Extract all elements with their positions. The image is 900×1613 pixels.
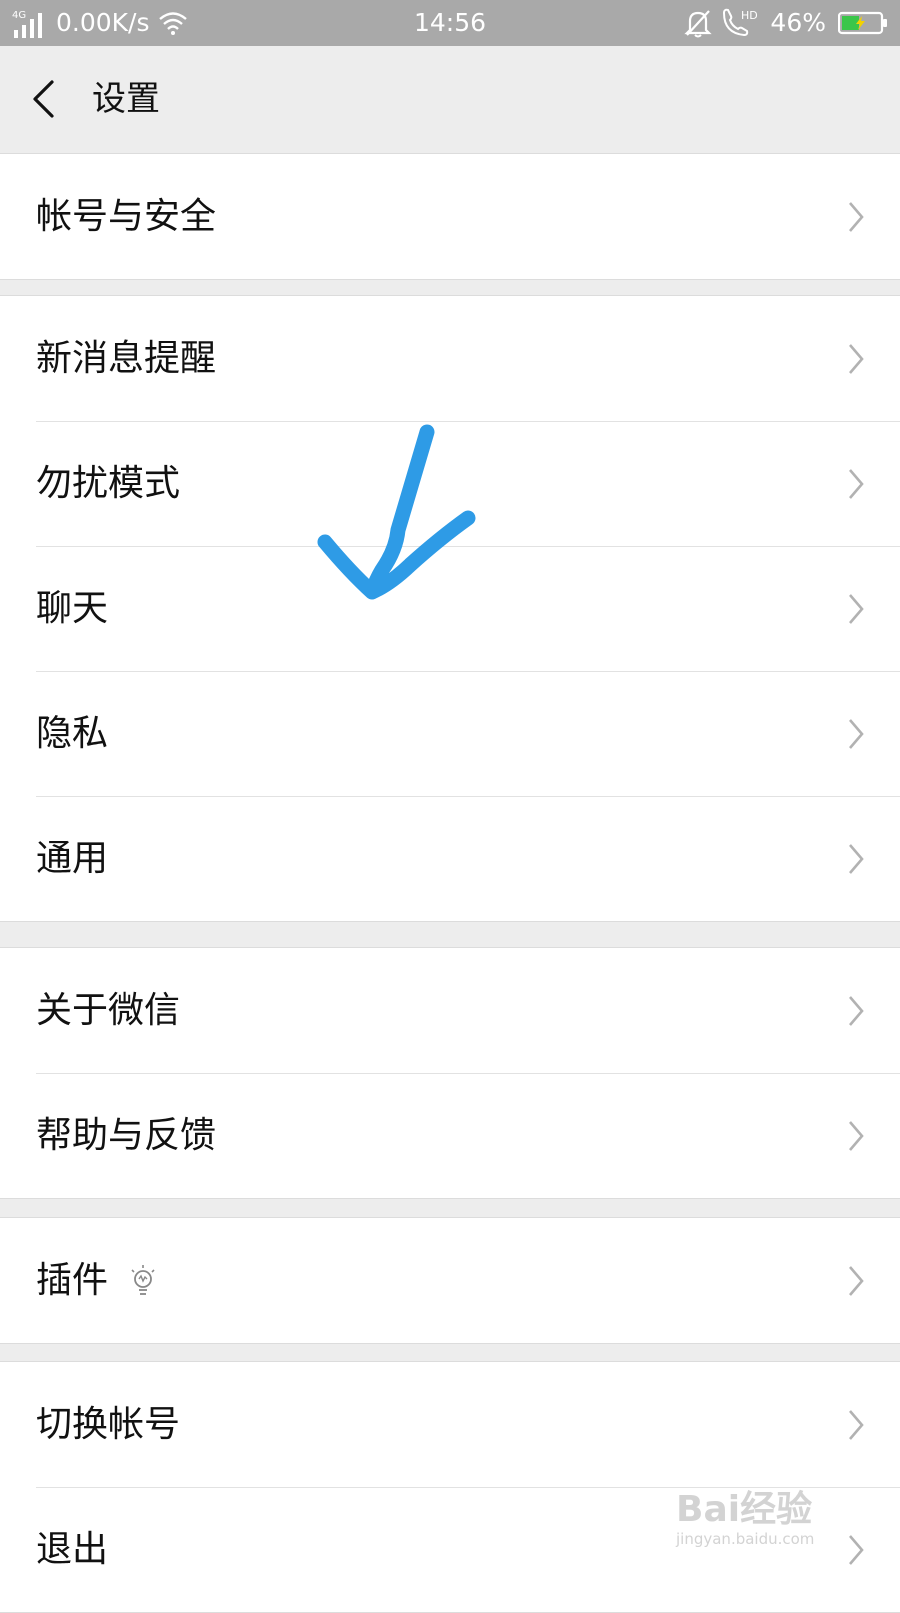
chevron-right-icon	[849, 469, 864, 499]
settings-item-general[interactable]: 通用	[0, 796, 900, 921]
chevron-right-icon	[849, 1410, 864, 1440]
settings-item-label: 帮助与反馈	[36, 1115, 217, 1156]
status-right: HD 46%	[684, 0, 888, 46]
settings-item-about-wechat[interactable]: 关于微信	[0, 948, 900, 1073]
settings-group-account-actions: 切换帐号 退出	[0, 1361, 900, 1613]
chevron-right-icon	[849, 1121, 864, 1151]
chevron-right-icon	[849, 344, 864, 374]
settings-item-label: 勿扰模式	[36, 463, 181, 504]
svg-text:HD: HD	[741, 9, 758, 22]
settings-item-label: 新消息提醒	[36, 338, 217, 379]
chevron-left-icon	[33, 80, 54, 118]
mute-bell-icon	[684, 10, 713, 38]
settings-item-label: 插件	[36, 1260, 109, 1301]
settings-item-label: 聊天	[36, 588, 109, 629]
settings-item-label: 退出	[36, 1529, 109, 1570]
battery-percent: 46%	[770, 8, 826, 37]
settings-group-main: 新消息提醒 勿扰模式 聊天 隐私 通用	[0, 295, 900, 922]
settings-item-switch-account[interactable]: 切换帐号	[0, 1362, 900, 1487]
chevron-right-icon	[849, 1535, 864, 1565]
chevron-right-icon	[849, 202, 864, 232]
back-button[interactable]	[22, 74, 72, 124]
settings-item-plugins[interactable]: 插件	[0, 1218, 900, 1343]
settings-group-about: 关于微信 帮助与反馈	[0, 947, 900, 1199]
chevron-right-icon	[849, 594, 864, 624]
chevron-right-icon	[849, 996, 864, 1026]
nav-bar: 设置	[0, 46, 900, 154]
settings-item-log-out[interactable]: 退出	[0, 1487, 900, 1612]
settings-item-label: 关于微信	[36, 990, 181, 1031]
settings-item-label: 隐私	[36, 713, 109, 754]
settings-group-plugins: 插件	[0, 1217, 900, 1344]
page-title: 设置	[92, 79, 160, 119]
status-bar: 4G 0.00K/s 14:56 HD 46%	[0, 0, 900, 46]
settings-item-label: 帐号与安全	[36, 196, 217, 237]
status-time: 14:56	[413, 8, 487, 37]
settings-item-label: 通用	[36, 838, 109, 879]
settings-item-help-feedback[interactable]: 帮助与反馈	[0, 1073, 900, 1198]
settings-item-label: 切换帐号	[36, 1404, 181, 1445]
chevron-right-icon	[849, 1266, 864, 1296]
battery-icon	[838, 11, 887, 35]
hd-call-icon: HD	[723, 8, 758, 37]
settings-item-chats[interactable]: 聊天	[0, 546, 900, 671]
settings-item-new-message-alerts[interactable]: 新消息提醒	[0, 296, 900, 421]
settings-item-account-security[interactable]: 帐号与安全	[0, 154, 900, 279]
settings-group-account: 帐号与安全	[0, 153, 900, 280]
lightbulb-icon	[131, 1265, 155, 1295]
chevron-right-icon	[849, 719, 864, 749]
settings-item-do-not-disturb[interactable]: 勿扰模式	[0, 421, 900, 546]
chevron-right-icon	[849, 844, 864, 874]
settings-item-privacy[interactable]: 隐私	[0, 671, 900, 796]
